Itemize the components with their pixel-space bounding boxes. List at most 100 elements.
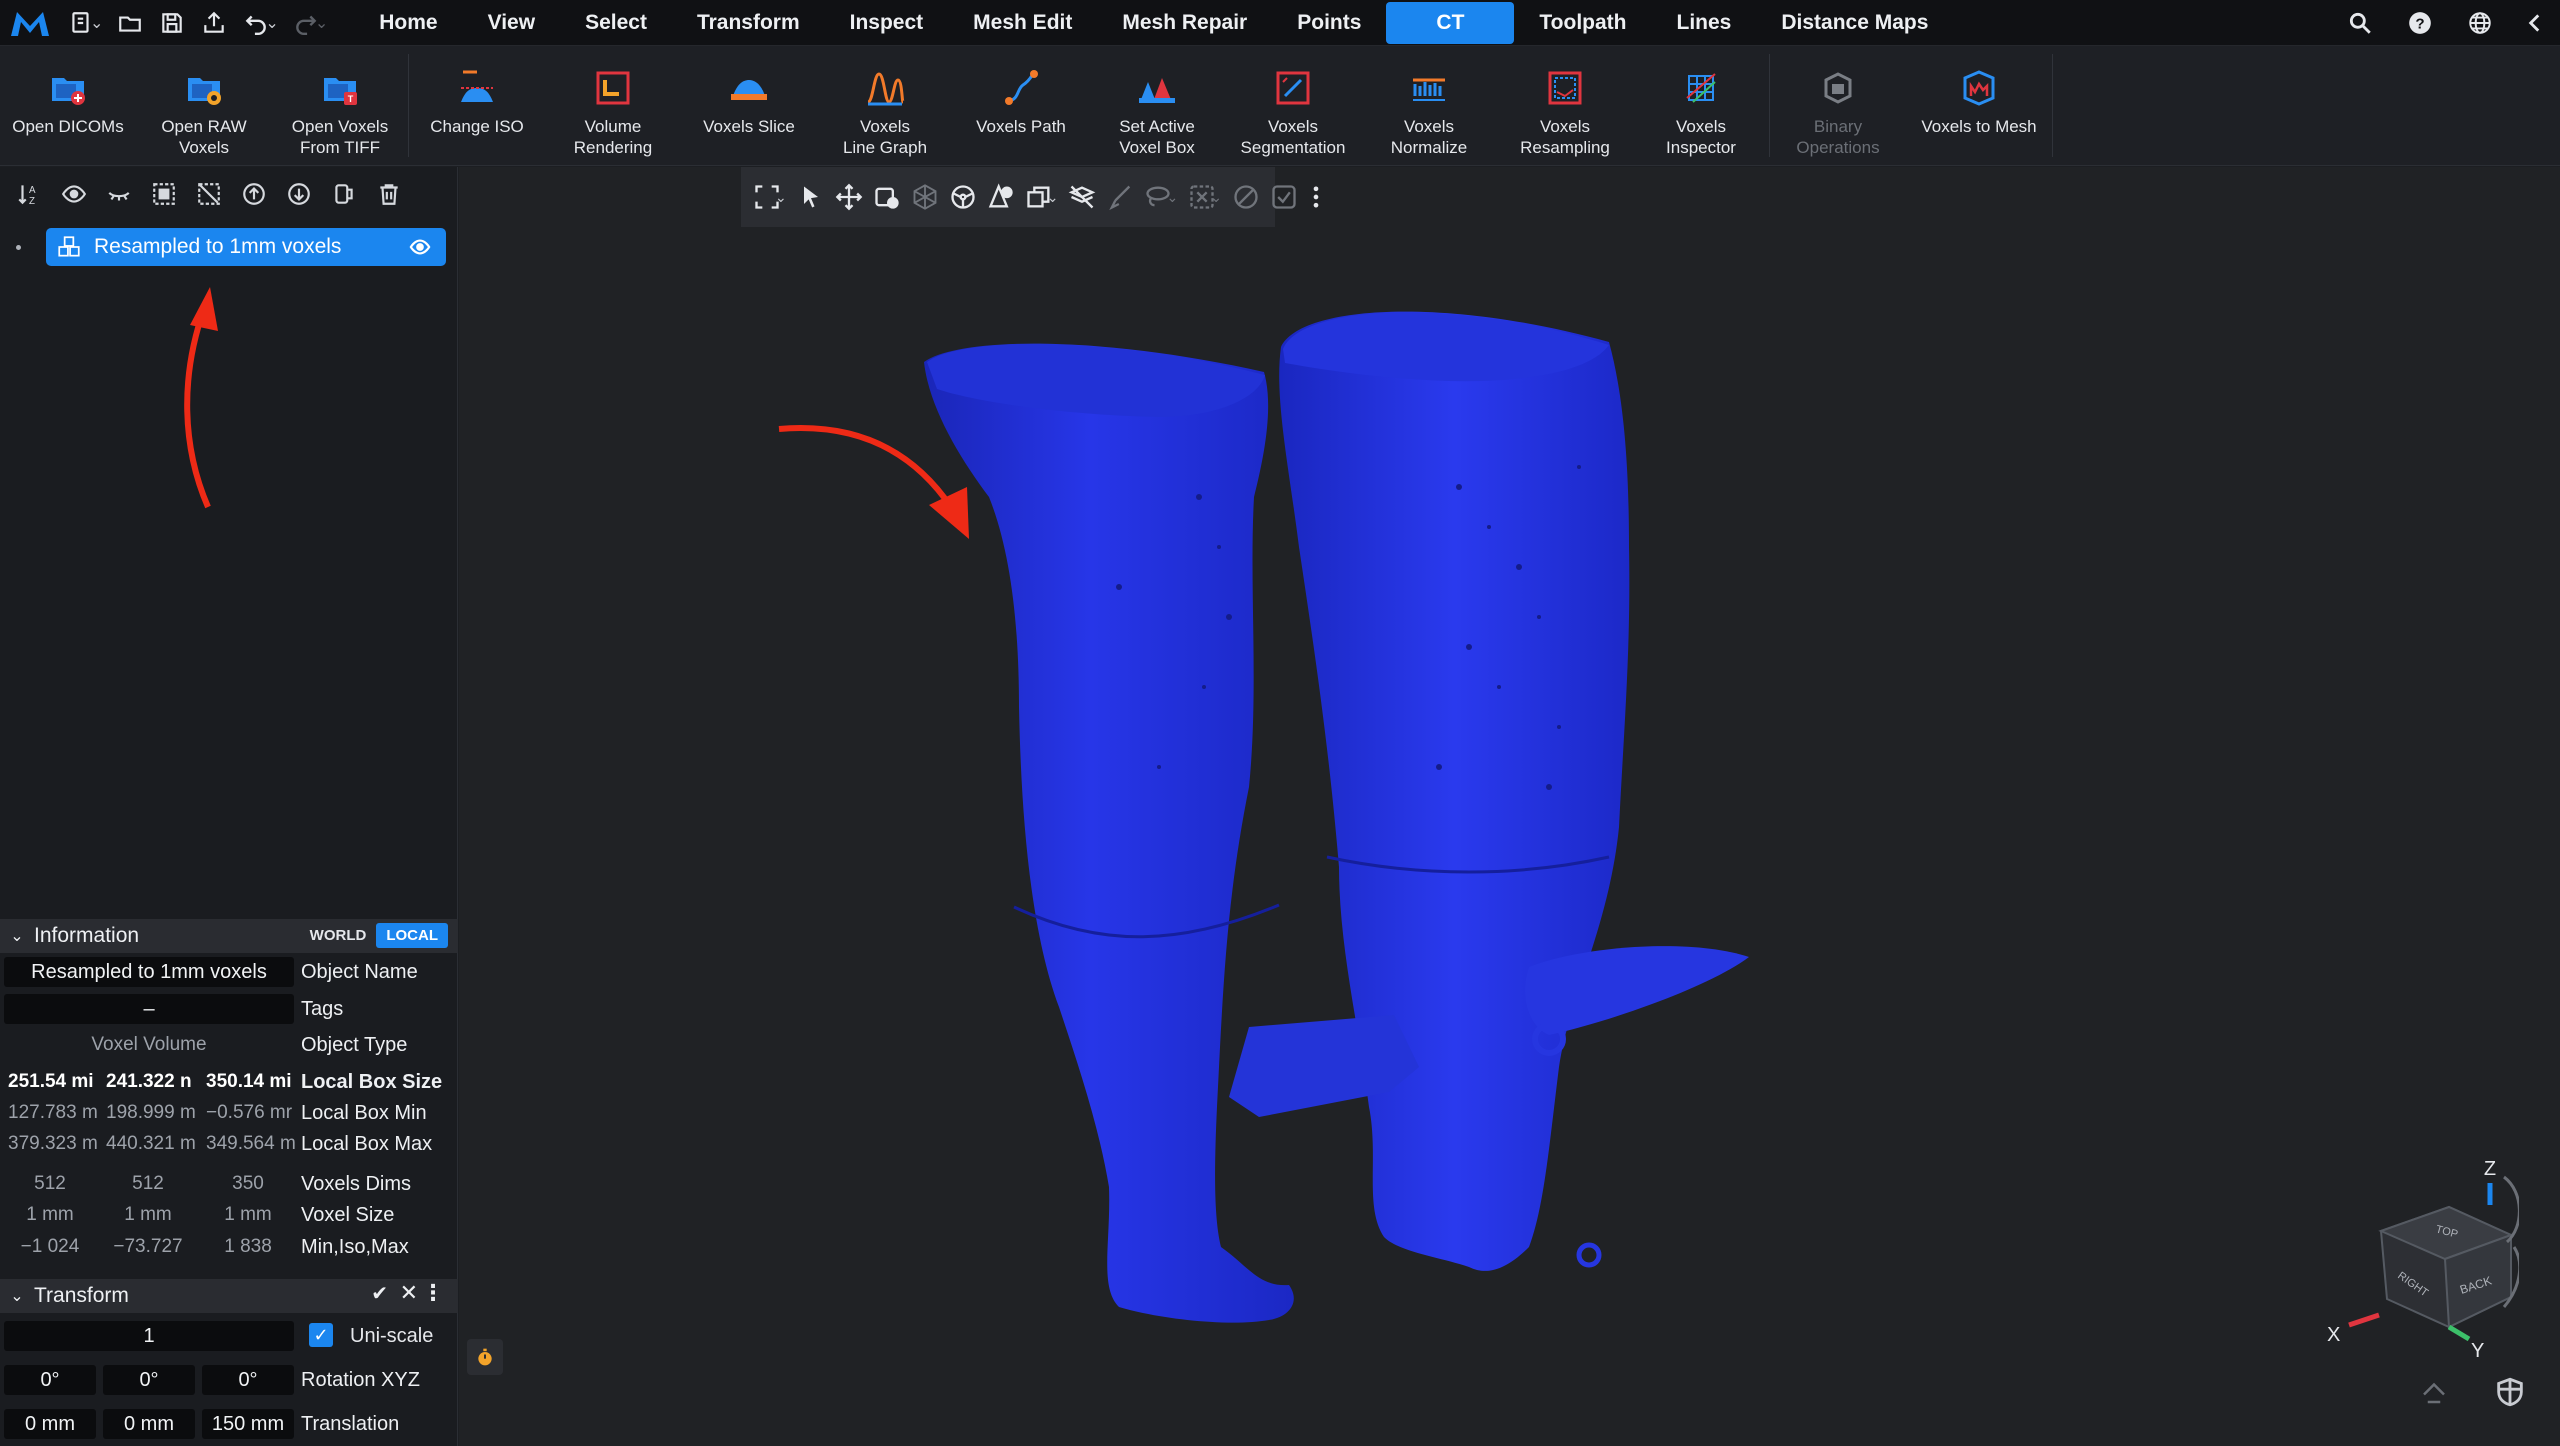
- min-iso-max-row: −1 024 −73.727 1 838 Min,Iso,Max: [20, 1235, 409, 1258]
- local-toggle[interactable]: LOCAL: [376, 923, 448, 948]
- translation-row: 0 mm 0 mm 150 mm Translation: [0, 1407, 458, 1441]
- chevron-down-icon[interactable]: ⌄: [265, 13, 278, 33]
- voxels-object-icon: [56, 234, 82, 260]
- show-all-eye-icon[interactable]: [51, 174, 96, 214]
- open-tiff-icon: T: [318, 66, 362, 110]
- ct-leg-model[interactable]: [459, 167, 2560, 1446]
- more-options-icon[interactable]: ⋮: [422, 1280, 444, 1306]
- transform-section-header[interactable]: ⌄ Transform ✔ ✕ ⋮: [0, 1279, 458, 1313]
- voxels-resampling-button[interactable]: Voxels Resampling: [1497, 46, 1633, 165]
- object-name-row: Resampled to 1mm voxels Object Name: [0, 955, 458, 989]
- open-folder-icon[interactable]: [109, 0, 151, 46]
- tab-select[interactable]: Select: [560, 2, 672, 44]
- tab-distance-maps[interactable]: Distance Maps: [1756, 2, 1953, 44]
- voxels-segmentation-button[interactable]: Voxels Segmentation: [1225, 46, 1361, 165]
- change-iso-button[interactable]: Change ISO: [409, 46, 545, 165]
- open-raw-voxels-button[interactable]: Open RAW Voxels: [136, 46, 272, 165]
- tab-points[interactable]: Points: [1272, 2, 1386, 44]
- export-icon[interactable]: [193, 0, 235, 46]
- select-all-icon[interactable]: [141, 174, 186, 214]
- shield-icon[interactable]: [2493, 1375, 2527, 1409]
- scale-row: 1 ✓ Uni-scale: [0, 1319, 458, 1353]
- resampling-icon: [1543, 66, 1587, 110]
- translation-x-input[interactable]: 0 mm: [4, 1409, 96, 1439]
- svg-text:Z: Z: [29, 196, 35, 207]
- translation-z-input[interactable]: 150 mm: [202, 1409, 294, 1439]
- view-home-icon[interactable]: [2419, 1377, 2449, 1407]
- voxels-normalize-button[interactable]: Voxels Normalize: [1361, 46, 1497, 165]
- voxels-inspector-button[interactable]: Voxels Inspector: [1633, 46, 1769, 165]
- hide-all-eye-closed-icon[interactable]: [96, 174, 141, 214]
- voxels-slice-icon: [727, 66, 771, 110]
- tab-ct[interactable]: CT: [1386, 1, 1515, 44]
- tab-inspect[interactable]: Inspect: [825, 2, 949, 44]
- binary-operations-icon: [1816, 66, 1860, 110]
- search-icon[interactable]: [2330, 0, 2390, 46]
- 3d-viewport[interactable]: ⌄ ⌄ ⌄ ⌄ Z TOP RIGHT BACK X Y: [459, 167, 2560, 1446]
- voxel-box-icon: [1135, 66, 1179, 110]
- annotation-arrow-up: [184, 287, 218, 509]
- rotation-z-input[interactable]: 0°: [202, 1365, 294, 1395]
- visibility-eye-icon[interactable]: [406, 236, 434, 258]
- view-cube[interactable]: Z TOP RIGHT BACK X Y: [2299, 1147, 2519, 1357]
- move-up-icon[interactable]: [231, 174, 276, 214]
- sort-az-icon[interactable]: AZ: [6, 174, 51, 214]
- tab-toolpath[interactable]: Toolpath: [1514, 2, 1651, 44]
- deselect-all-icon[interactable]: [186, 174, 231, 214]
- translation-y-input[interactable]: 0 mm: [103, 1409, 195, 1439]
- scene-tree-item-resampled-voxels[interactable]: Resampled to 1mm voxels: [46, 228, 446, 266]
- voxels-to-mesh-button[interactable]: Voxels to Mesh: [1906, 46, 2052, 165]
- local-box-size-row: 251.54 mi 241.322 n 350.14 mi Local Box …: [8, 1070, 443, 1093]
- rotation-x-input[interactable]: 0°: [4, 1365, 96, 1395]
- menu-right-icons: ?: [2330, 0, 2560, 46]
- save-icon[interactable]: [151, 0, 193, 46]
- normalize-icon: [1407, 66, 1451, 110]
- move-down-icon[interactable]: [276, 174, 321, 214]
- uniscale-checkbox[interactable]: ✓: [309, 1323, 333, 1347]
- set-active-voxel-box-button[interactable]: Set Active Voxel Box: [1089, 46, 1225, 165]
- object-name-input[interactable]: Resampled to 1mm voxels: [4, 957, 294, 987]
- voxels-line-graph-button[interactable]: Voxels Line Graph: [817, 46, 953, 165]
- scale-input[interactable]: 1: [4, 1321, 294, 1351]
- ct-ribbon: Open DICOMs Open RAW Voxels T Open Voxel…: [0, 46, 2560, 166]
- rotation-y-input[interactable]: 0°: [103, 1365, 195, 1395]
- app-window: ⌄ ⌄ ⌄ Home View Select Transform Inspect…: [0, 0, 2560, 1446]
- tab-mesh-repair[interactable]: Mesh Repair: [1097, 2, 1272, 44]
- chevron-down-icon[interactable]: ⌄: [315, 13, 328, 33]
- reset-close-icon[interactable]: ✕: [400, 1280, 418, 1306]
- information-section-header[interactable]: ⌄ Information WORLD LOCAL: [0, 919, 458, 953]
- volume-rendering-icon: [591, 66, 635, 110]
- clone-object-icon[interactable]: [321, 174, 366, 214]
- help-icon[interactable]: ?: [2390, 0, 2450, 46]
- stopwatch-icon: [475, 1346, 495, 1368]
- voxels-to-mesh-icon: [1957, 66, 2001, 110]
- menu-bar: ⌄ ⌄ ⌄ Home View Select Transform Inspect…: [0, 0, 2560, 46]
- chevron-down-icon[interactable]: ⌄: [90, 13, 103, 33]
- open-dicoms-button[interactable]: Open DICOMs: [0, 46, 136, 165]
- binary-operations-button[interactable]: Binary Operations: [1770, 46, 1906, 165]
- delete-trash-icon[interactable]: [366, 174, 411, 214]
- line-graph-icon: [863, 66, 907, 110]
- tab-mesh-edit[interactable]: Mesh Edit: [948, 2, 1097, 44]
- app-logo-icon[interactable]: [0, 0, 60, 46]
- tab-lines[interactable]: Lines: [1652, 2, 1757, 44]
- right-leg-mesh: [1279, 311, 1630, 1271]
- tags-row: – Tags: [0, 992, 458, 1026]
- tab-transform[interactable]: Transform: [672, 2, 825, 44]
- coord-space-toggle: WORLD LOCAL: [300, 923, 448, 948]
- quick-access-toolbar: ⌄ ⌄ ⌄: [60, 0, 334, 46]
- apply-check-icon[interactable]: ✔: [371, 1281, 388, 1306]
- globe-icon[interactable]: [2450, 0, 2510, 46]
- tags-input[interactable]: –: [4, 994, 294, 1024]
- open-voxels-from-tiff-button[interactable]: T Open Voxels From TIFF: [272, 46, 408, 165]
- voxels-path-button[interactable]: Voxels Path: [953, 46, 1089, 165]
- rotation-row: 0° 0° 0° Rotation XYZ: [0, 1363, 458, 1397]
- collapse-panel-icon[interactable]: [2510, 0, 2560, 46]
- svg-text:T: T: [348, 94, 354, 104]
- stopwatch-button[interactable]: [467, 1339, 503, 1375]
- tab-home[interactable]: Home: [354, 2, 462, 44]
- volume-rendering-button[interactable]: Volume Rendering: [545, 46, 681, 165]
- tab-view[interactable]: View: [463, 2, 560, 44]
- world-toggle[interactable]: WORLD: [300, 923, 377, 948]
- voxels-slice-button[interactable]: Voxels Slice: [681, 46, 817, 165]
